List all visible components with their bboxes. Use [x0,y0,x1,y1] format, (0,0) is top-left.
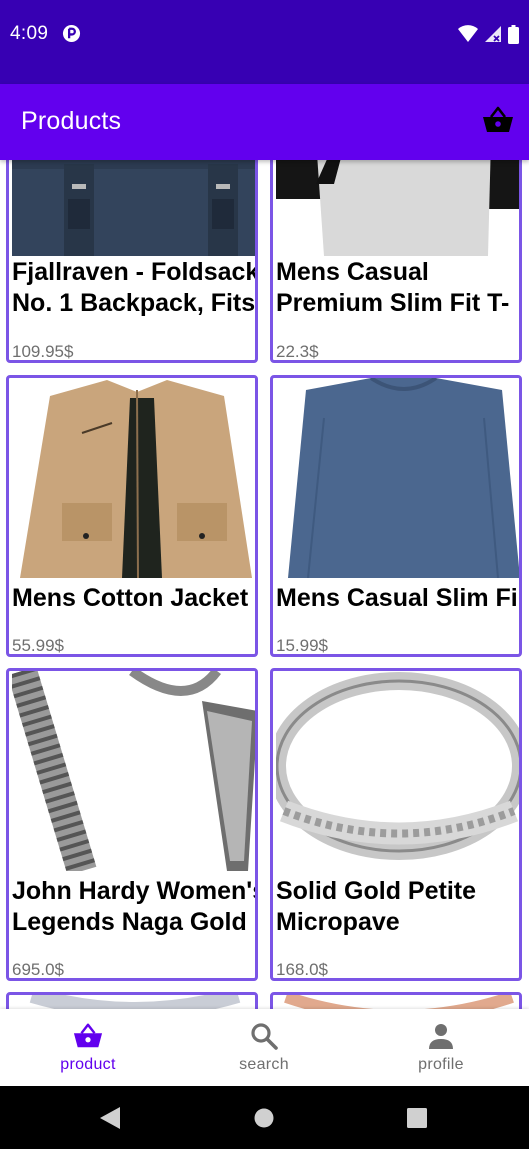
back-icon[interactable] [99,1106,121,1130]
home-icon[interactable] [254,1108,274,1128]
shopping-basket-icon [73,1023,103,1048]
product-price: 15.99$ [276,636,328,655]
product-title: Mens Casual Premium Slim Fit T- [276,258,510,317]
p-app-icon [62,24,81,43]
product-image [276,378,519,578]
shopping-basket-icon [483,106,513,132]
product-title: Fjallraven - Foldsack No. 1 Backpack, Fi… [12,258,258,317]
nav-label: profile [418,1056,464,1073]
product-image [276,160,519,256]
product-card[interactable]: John Hardy Women's Legends Naga Gold 695… [6,668,258,981]
product-card[interactable] [270,992,522,1009]
system-navigation-bar [0,1086,529,1149]
product-card[interactable] [6,992,258,1009]
product-title: Solid Gold Petite Micropave [276,877,477,936]
wifi-icon [458,25,478,42]
status-bar: 4:09 [0,0,529,84]
cart-button[interactable] [481,103,515,137]
product-image [276,671,519,871]
product-card[interactable]: Mens Casual Slim Fi 15.99$ [270,375,522,657]
recents-icon[interactable] [407,1108,427,1128]
product-title: Mens Casual Slim Fi [276,584,518,612]
nav-item-profile[interactable]: profile [353,1009,529,1086]
product-image [12,160,255,256]
screen: 4:09 Products Fjallraven - Foldsack No. … [0,0,529,1149]
bottom-navigation: product search profile [0,1009,529,1086]
product-price: 109.95$ [12,342,74,361]
status-time: 4:09 [10,23,49,44]
product-price: 168.0$ [276,960,328,979]
product-price: 22.3$ [276,342,319,361]
product-image [12,995,255,1009]
person-icon [429,1024,453,1049]
product-image [12,671,255,871]
product-card[interactable]: Mens Cotton Jacket 55.99$ [6,375,258,657]
signal-icon [485,26,501,42]
product-price: 55.99$ [12,636,64,655]
product-title: John Hardy Women's Legends Naga Gold [12,877,258,936]
product-card[interactable]: Solid Gold Petite Micropave 168.0$ [270,668,522,981]
nav-item-search[interactable]: search [176,1009,352,1086]
app-bar: Products [0,84,529,160]
product-card[interactable]: Fjallraven - Foldsack No. 1 Backpack, Fi… [6,160,258,363]
nav-label: product [60,1056,116,1073]
battery-icon [508,24,519,44]
product-title: Mens Cotton Jacket [12,584,249,612]
product-image [12,378,255,578]
product-price: 695.0$ [12,960,64,979]
product-grid[interactable]: Fjallraven - Foldsack No. 1 Backpack, Fi… [0,160,529,1009]
product-card[interactable]: Mens Casual Premium Slim Fit T- 22.3$ [270,160,522,363]
nav-item-product[interactable]: product [0,1009,176,1086]
search-icon [251,1023,278,1050]
page-title: Products [21,107,122,135]
product-image [276,995,519,1009]
status-icons [458,24,519,44]
nav-label: search [239,1056,289,1073]
